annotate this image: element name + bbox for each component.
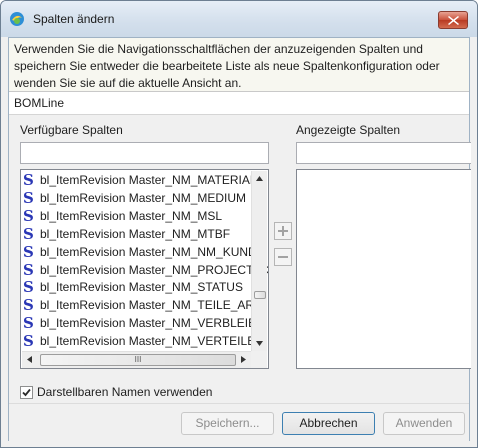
checkmark-icon — [22, 388, 31, 397]
list-item[interactable]: Sbl_ItemRevision Master_NM_STATUS — [22, 278, 262, 296]
object-type-label: BOMLine — [14, 96, 65, 110]
list-item[interactable]: Sbl_ItemRevision Master_NM_VERBLEIB — [22, 314, 262, 332]
scroll-right-arrow-icon[interactable] — [241, 356, 246, 363]
remove-column-button[interactable] — [274, 248, 292, 266]
save-button[interactable]: Speichern... — [181, 412, 274, 435]
scroll-down-arrow-icon[interactable] — [256, 341, 263, 346]
minus-icon — [278, 256, 288, 258]
list-item-label: bl_ItemRevision Master_NM_MSL — [40, 208, 223, 223]
available-list-hscrollbar[interactable]: III — [22, 351, 251, 368]
list-item[interactable]: Sbl_ItemRevision Master_NM_MSL — [22, 207, 262, 225]
list-item[interactable]: Sbl_ItemRevision Master_NM_MTBF — [22, 225, 262, 243]
string-property-icon: S — [23, 206, 34, 225]
list-item-label: bl_ItemRevision Master_NM_PROJECT_C — [40, 262, 269, 277]
object-type-bar: BOMLine — [9, 92, 469, 115]
string-property-icon: S — [23, 224, 34, 243]
cancel-button[interactable]: Abbrechen — [282, 412, 375, 435]
display-names-label: Darstellbaren Namen verwenden — [37, 385, 213, 399]
close-icon — [448, 16, 459, 25]
list-item-label: bl_ItemRevision Master_NM_VERBLEIB — [40, 316, 257, 331]
list-item-label: bl_ItemRevision Master_NM_MTBF — [40, 226, 231, 241]
list-item-label: bl_ItemRevision Master_NM_TEILE_ART — [40, 298, 262, 313]
add-column-button[interactable] — [274, 222, 292, 240]
available-list-vscrollbar[interactable] — [251, 171, 267, 351]
string-property-icon: S — [23, 171, 34, 189]
list-item[interactable]: Sbl_ItemRevision Master_NM_PROJECT_C — [22, 260, 268, 279]
close-button[interactable] — [438, 11, 468, 29]
string-property-icon: S — [23, 278, 34, 297]
window-title: Spalten ändern — [33, 12, 115, 26]
list-item[interactable]: Sbl_ItemRevision Master_NM_TEILE_ART — [22, 296, 262, 314]
available-filter-input[interactable] — [20, 142, 269, 164]
list-item-label: bl_ItemRevision Master_NM_VERTEILER — [40, 334, 264, 349]
string-property-icon: S — [23, 242, 34, 261]
list-item-label: bl_ItemRevision Master_NM_STATUS — [40, 280, 243, 295]
hscroll-thumb[interactable]: III — [40, 354, 236, 366]
app-icon — [9, 11, 25, 27]
description-text: Verwenden Sie die Navigationsschaltfläch… — [14, 42, 440, 90]
display-names-checkbox[interactable] — [20, 386, 33, 399]
scroll-up-arrow-icon[interactable] — [256, 176, 263, 181]
list-item[interactable]: Sbl_ItemRevision Master_NM_MEDIUM — [22, 189, 262, 207]
string-property-icon: S — [23, 260, 34, 279]
list-item-label: bl_ItemRevision Master_NM_NM_KUNDE — [40, 244, 265, 259]
dialog-content: Verwenden Sie die Navigationsschaltfläch… — [8, 37, 471, 442]
displayed-filter-input[interactable] — [296, 142, 471, 164]
string-property-icon: S — [23, 296, 34, 315]
list-item[interactable]: Sbl_ItemRevision Master_NM_VERTEILER — [22, 332, 264, 351]
displayed-columns-list[interactable] — [296, 169, 471, 369]
apply-button[interactable]: Anwenden — [383, 412, 465, 435]
description-area: Verwenden Sie die Navigationsschaltfläch… — [9, 38, 469, 92]
scrollbar-corner — [251, 351, 267, 368]
string-property-icon: S — [23, 188, 34, 207]
string-property-icon: S — [23, 314, 34, 333]
plus-icon — [278, 226, 288, 236]
scroll-left-arrow-icon[interactable] — [27, 356, 32, 363]
button-bar: Speichern... Abbrechen Anwenden — [9, 403, 469, 442]
title-bar[interactable]: Spalten ändern — [1, 1, 477, 37]
list-item-label: bl_ItemRevision Master_NM_MATERIAL — [40, 173, 257, 187]
list-item-label: bl_ItemRevision Master_NM_MEDIUM — [40, 190, 247, 205]
available-columns-list[interactable]: Sbl_ItemRevision Master_NM_MATERIAL Sbl_I… — [20, 169, 269, 369]
available-columns-label: Verfügbare Spalten — [20, 123, 123, 137]
vscroll-thumb[interactable] — [254, 291, 266, 299]
list-item[interactable]: Sbl_ItemRevision Master_NM_NM_KUNDE — [22, 242, 265, 261]
dialog-window: Spalten ändern Verwenden Sie die Navigat… — [0, 0, 478, 448]
displayed-columns-label: Angezeigte Spalten — [296, 123, 401, 137]
list-item[interactable]: Sbl_ItemRevision Master_NM_MATERIAL — [22, 171, 262, 189]
string-property-icon: S — [23, 332, 34, 351]
